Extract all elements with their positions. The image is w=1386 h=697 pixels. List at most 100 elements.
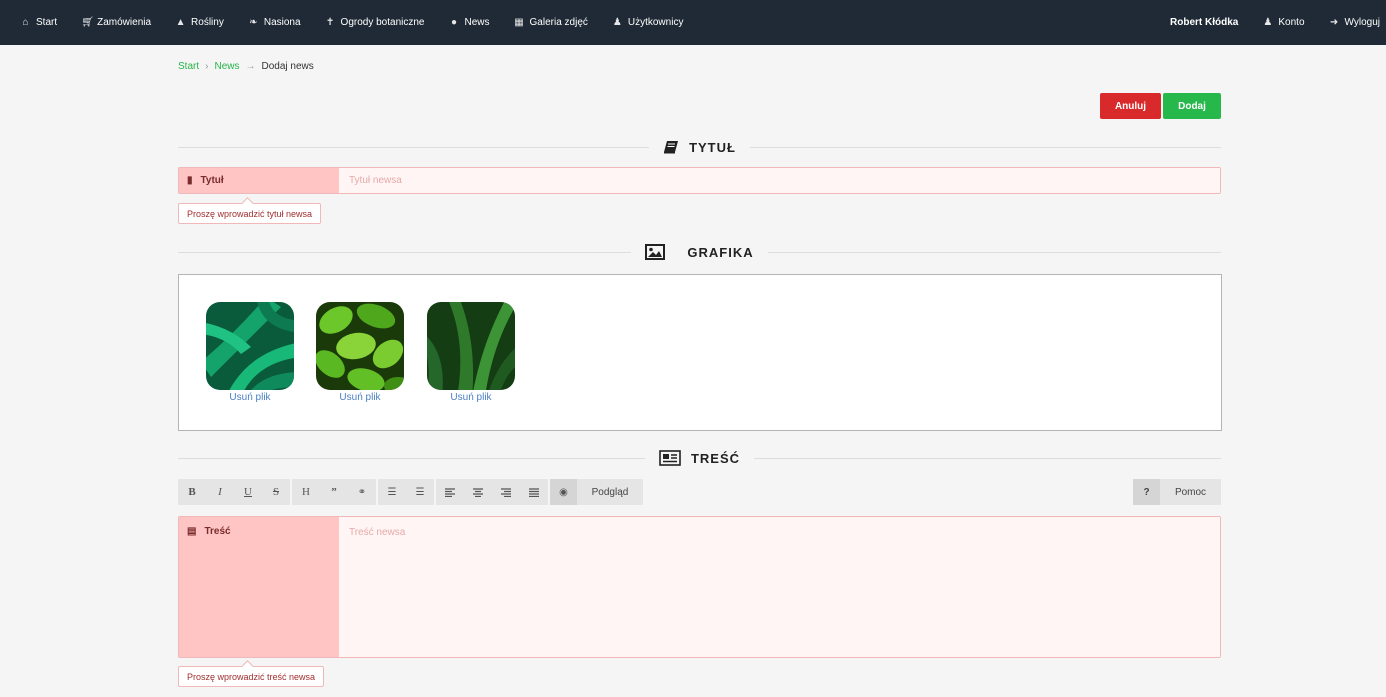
title-input[interactable] [339,168,1220,193]
title-error-tooltip: Proszę wprowadzić tytuł newsa [178,203,322,224]
top-navbar: ⌂ Start 🛒︎ Zamówienia ▲ Rośliny ❧ Nasion… [0,0,1386,45]
user-icon: ♟ [1263,17,1273,28]
cancel-button[interactable]: Anuluj [1100,93,1161,119]
remove-file-link[interactable]: Usuń plik [316,392,404,403]
editor-toolbar: B I U S H ” ⚭ ☰ ☰ ◉ Podgląd [178,479,643,505]
globe-icon: ● [450,17,458,28]
content-section-header: TREŚĆ [178,448,1221,468]
unordered-list-button[interactable]: ☰ [406,479,434,505]
italic-button[interactable]: I [206,479,234,505]
user-menu: Robert Kłódka ♟ Konto ➜ Wyloguj [1170,0,1386,45]
question-icon: ? [1133,479,1160,505]
book-icon: ▮ [187,175,193,186]
arrow-right-icon: → [245,61,256,72]
breadcrumb-news[interactable]: News [214,61,239,72]
nav-item-label: Zamówienia [97,17,152,28]
nav-item-label: Ogrody botaniczne [340,17,425,28]
align-justify-icon[interactable] [520,479,548,505]
align-left-icon[interactable] [436,479,464,505]
book-icon [664,141,679,154]
nav-item-label: News [464,17,490,28]
link-button[interactable]: ⚭ [348,479,376,505]
breadcrumb-current: Dodaj news [261,61,314,72]
title-section-header: TYTUŁ [178,137,1222,157]
leaf-thumbnail [316,302,404,390]
image-file: Usuń plik [427,302,515,403]
content-field-row: ▤ Treść [178,516,1221,658]
preview-label: Podgląd [591,486,629,498]
nav-item-seeds[interactable]: ❧ Nasiona [248,17,301,28]
help-button[interactable]: ? Pomoc [1133,479,1221,505]
account-link[interactable]: ♟ Konto [1262,17,1304,28]
underline-button[interactable]: U [234,479,262,505]
nav-item-gallery[interactable]: ▦ Galeria zdjęć [514,17,588,28]
list-group: ☰ ☰ [378,479,434,505]
format-group: B I U S [178,479,290,505]
nav-item-label: Rośliny [191,17,224,28]
user-name[interactable]: Robert Kłódka [1170,17,1238,28]
ordered-list-button[interactable]: ☰ [378,479,406,505]
nav-item-gardens[interactable]: ✝ Ogrody botaniczne [325,17,425,28]
divider [178,457,645,459]
nav-item-start[interactable]: ⌂ Start [20,17,57,28]
help-label: Pomoc [1174,486,1207,498]
plant-icon: ▲ [175,17,186,28]
image-section-heading: GRAFIKA [687,244,754,260]
nav-item-users[interactable]: ♟ Użytkownicy [612,17,684,28]
title-section-heading: TYTUŁ [689,139,736,155]
chevron-right-icon: › [205,61,209,72]
divider [178,251,632,253]
picture-icon: ▦ [514,17,524,28]
align-right-icon[interactable] [492,479,520,505]
align-center-icon[interactable] [464,479,492,505]
content-textarea[interactable] [339,517,1220,657]
bold-button[interactable]: B [178,479,206,505]
newspaper-icon: ▤ [187,526,197,537]
heading-button[interactable]: H [292,479,320,505]
preview-button[interactable]: ◉ Podgląd [550,479,643,505]
divider [749,146,1222,148]
main-menu: ⌂ Start 🛒︎ Zamówienia ▲ Rośliny ❧ Nasion… [0,0,707,45]
content-error-tooltip: Proszę wprowadzić treść newsa [178,666,325,687]
image-file: Usuń plik [206,302,294,403]
breadcrumb: Start › News → Dodaj news [178,61,314,72]
title-label-text: Tytuł [200,175,224,186]
account-label: Konto [1278,17,1305,28]
nav-item-label: Start [36,17,58,28]
image-file: Usuń plik [316,302,404,403]
nav-item-plants[interactable]: ▲ Rośliny [175,17,224,28]
logout-icon: ➜ [1329,17,1339,28]
divider [754,457,1221,459]
quote-button[interactable]: ” [320,479,348,505]
content-field-label: ▤ Treść [179,517,339,657]
image-gallery: Usuń plik Usuń plik Usuń plik [178,274,1222,431]
picture-icon [645,244,666,260]
insert-group: H ” ⚭ [292,479,376,505]
image-section-header: GRAFIKA [178,242,1221,262]
eye-icon: ◉ [550,479,577,505]
divider [767,251,1221,253]
remove-file-link[interactable]: Usuń plik [427,392,515,403]
leaf-thumbnail [206,302,294,390]
logout-label: Wyloguj [1344,17,1380,28]
align-group [436,479,548,505]
strikethrough-button[interactable]: S [262,479,290,505]
nav-item-label: Nasiona [263,17,301,28]
cart-icon: 🛒︎ [81,17,94,28]
nav-item-news[interactable]: ● News [449,17,490,28]
nav-item-label: Galeria zdjęć [529,17,588,28]
leaf-icon: ❧ [249,17,258,28]
nav-item-orders[interactable]: 🛒︎ Zamówienia [81,17,151,28]
title-field-label: ▮ Tytuł [179,168,339,193]
users-icon: ♟ [612,17,622,28]
breadcrumb-start[interactable]: Start [178,61,199,72]
content-label-text: Treść [204,526,231,537]
title-field-row: ▮ Tytuł [178,167,1221,194]
leaf-thumbnail [427,302,515,390]
logout-link[interactable]: ➜ Wyloguj [1329,17,1380,28]
content-section-heading: TREŚĆ [690,450,741,466]
remove-file-link[interactable]: Usuń plik [206,392,294,403]
add-button[interactable]: Dodaj [1163,93,1221,119]
signpost-icon: ✝ [325,17,335,28]
newspaper-icon [659,450,681,466]
